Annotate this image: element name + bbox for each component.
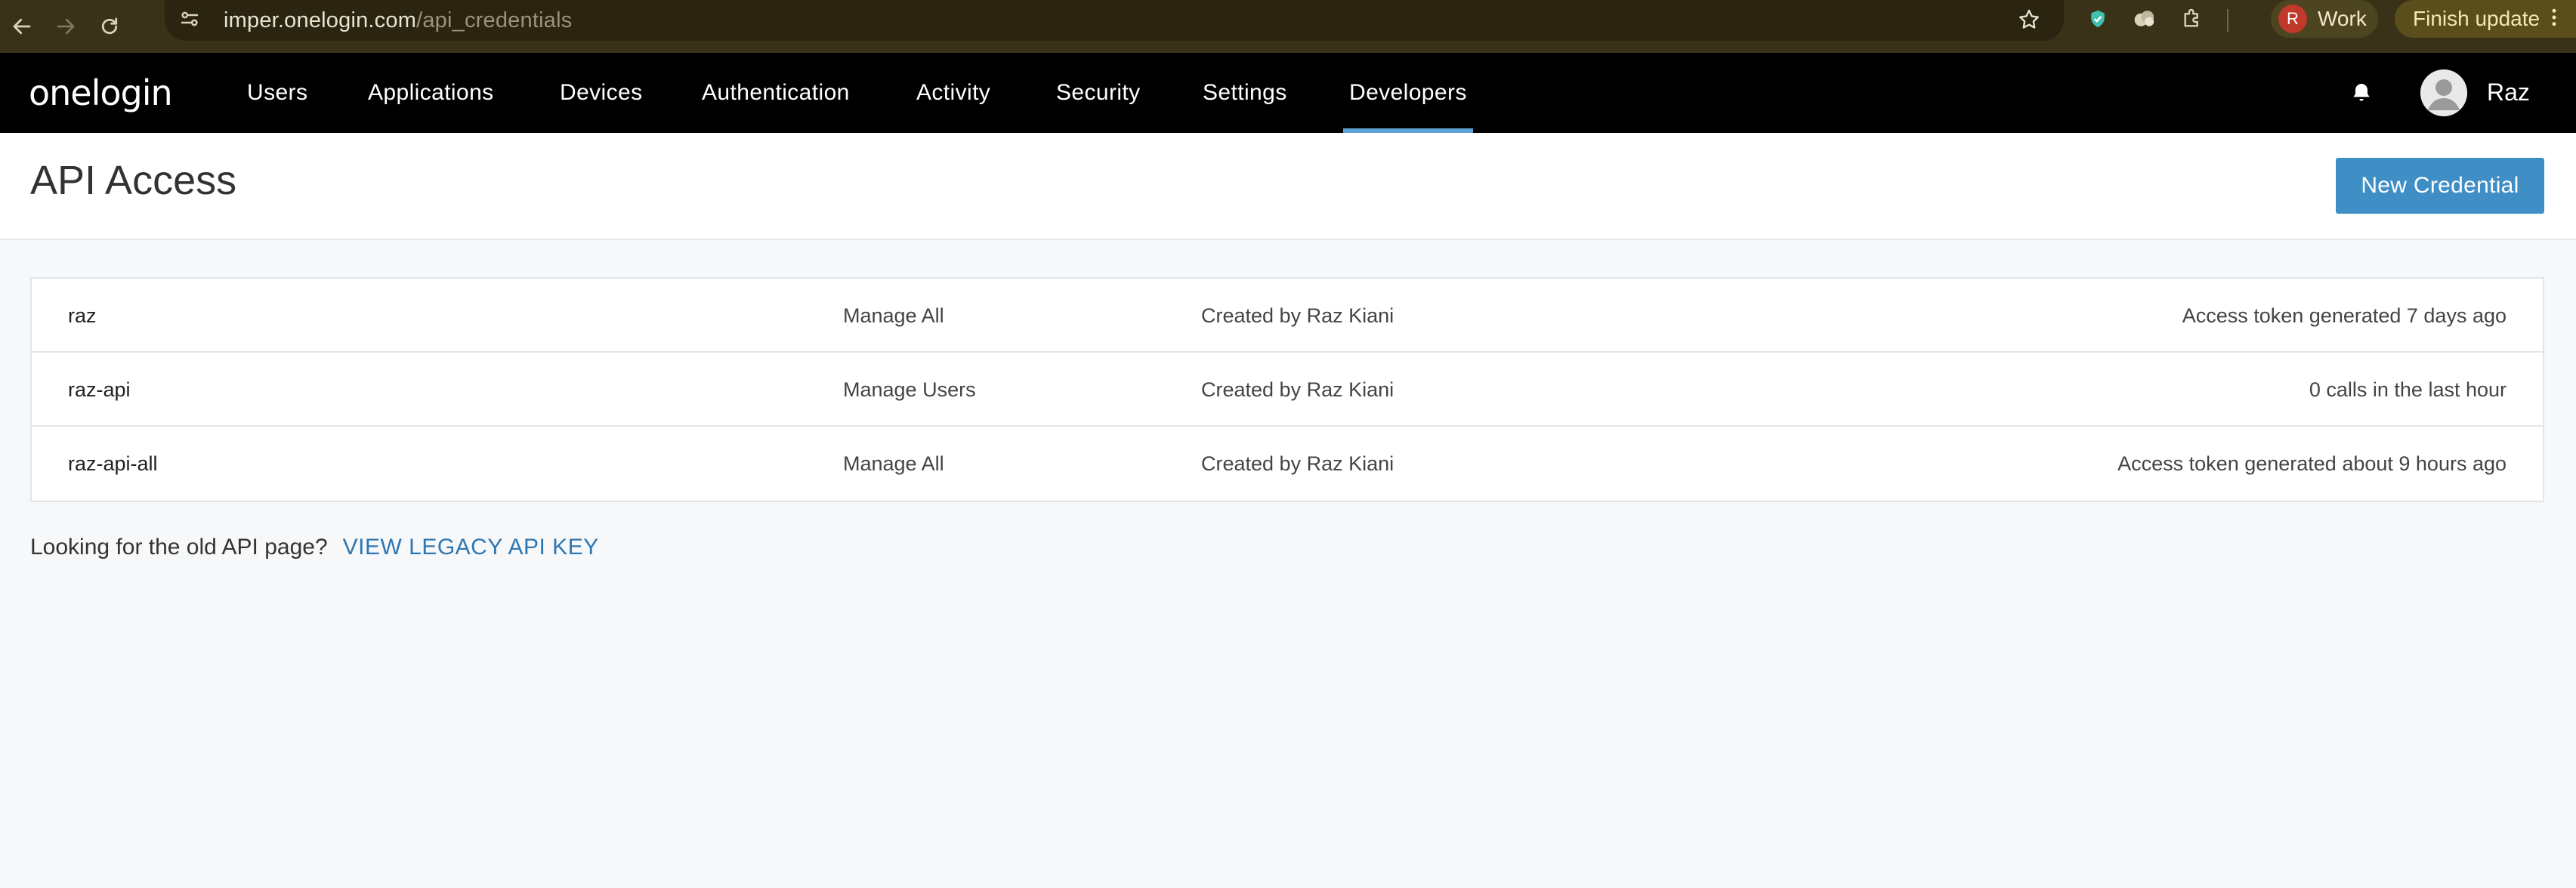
page-header: API Access New Credential [0, 133, 2576, 240]
finish-update-button[interactable]: Finish update [2395, 0, 2576, 38]
profile-label: Work [2318, 7, 2367, 30]
toolbar-divider [2227, 9, 2229, 32]
extensions-puzzle-icon[interactable] [2180, 7, 2204, 35]
browser-toolbar: imper.onelogin.com/api_credentials R Wor… [0, 0, 2576, 53]
legacy-api-notice: Looking for the old API page? VIEW LEGAC… [30, 535, 599, 560]
credentials-table: raz Manage All Created by Raz Kiani Acce… [30, 277, 2544, 502]
url-text: imper.onelogin.com/api_credentials [224, 8, 572, 33]
credential-scope: Manage All [843, 452, 944, 475]
back-arrow-icon[interactable] [11, 15, 33, 38]
credential-creator: Created by Raz Kiani [1201, 304, 1395, 327]
onelogin-logo[interactable]: onelogin [29, 72, 173, 113]
nav-item-authentication[interactable]: Authentication [702, 53, 850, 133]
credential-status: Access token generated 7 days ago [2182, 304, 2507, 327]
credential-scope: Manage Users [843, 378, 976, 401]
forward-arrow-icon[interactable] [54, 15, 77, 38]
url-path: /api_credentials [416, 8, 573, 32]
nav-item-settings[interactable]: Settings [1203, 53, 1287, 133]
site-settings-icon[interactable] [178, 8, 201, 34]
credential-name[interactable]: raz [68, 279, 97, 353]
bookmark-star-icon[interactable] [2017, 8, 2041, 35]
finish-update-label: Finish update [2413, 7, 2540, 30]
notifications-bell-icon[interactable] [2349, 80, 2374, 109]
credential-creator: Created by Raz Kiani [1201, 378, 1395, 401]
profile-button[interactable]: R Work [2271, 0, 2378, 38]
new-credential-button[interactable]: New Credential [2336, 158, 2544, 214]
user-name[interactable]: Raz [2487, 79, 2530, 106]
extension-shield-icon[interactable] [2086, 8, 2109, 34]
legacy-api-prompt: Looking for the old API page? [30, 535, 328, 560]
table-row[interactable]: raz-api-all Manage All Created by Raz Ki… [32, 427, 2543, 501]
nav-item-security[interactable]: Security [1056, 53, 1141, 133]
view-legacy-api-key-link[interactable]: VIEW LEGACY API KEY [343, 535, 599, 560]
nav-item-activity[interactable]: Activity [916, 53, 990, 133]
page-title: API Access [30, 158, 237, 203]
extension-cloud-icon[interactable] [2132, 8, 2157, 34]
credential-name[interactable]: raz-api [68, 353, 131, 427]
address-bar[interactable]: imper.onelogin.com/api_credentials [165, 0, 2064, 41]
credential-name[interactable]: raz-api-all [68, 427, 158, 501]
table-row[interactable]: raz Manage All Created by Raz Kiani Acce… [32, 279, 2543, 353]
extension-icons [2086, 6, 2229, 35]
nav-item-users[interactable]: Users [247, 53, 307, 133]
profile-avatar: R [2278, 5, 2307, 33]
nav-item-devices[interactable]: Devices [560, 53, 643, 133]
more-menu-icon[interactable] [2550, 6, 2558, 32]
reload-icon[interactable] [98, 15, 121, 38]
nav-item-applications[interactable]: Applications [368, 53, 494, 133]
user-silhouette-icon [2420, 69, 2467, 116]
table-row[interactable]: raz-api Manage Users Created by Raz Kian… [32, 353, 2543, 427]
credential-creator: Created by Raz Kiani [1201, 452, 1395, 475]
credential-status: 0 calls in the last hour [2309, 378, 2507, 401]
app-navigation: onelogin Users Applications Devices Auth… [0, 53, 2576, 133]
url-host: imper.onelogin.com [224, 8, 417, 32]
credential-status: Access token generated about 9 hours ago [2117, 452, 2507, 475]
credential-scope: Manage All [843, 304, 944, 327]
user-avatar[interactable] [2420, 69, 2467, 116]
browser-nav-buttons [0, 15, 166, 38]
nav-item-developers[interactable]: Developers [1343, 53, 1473, 133]
